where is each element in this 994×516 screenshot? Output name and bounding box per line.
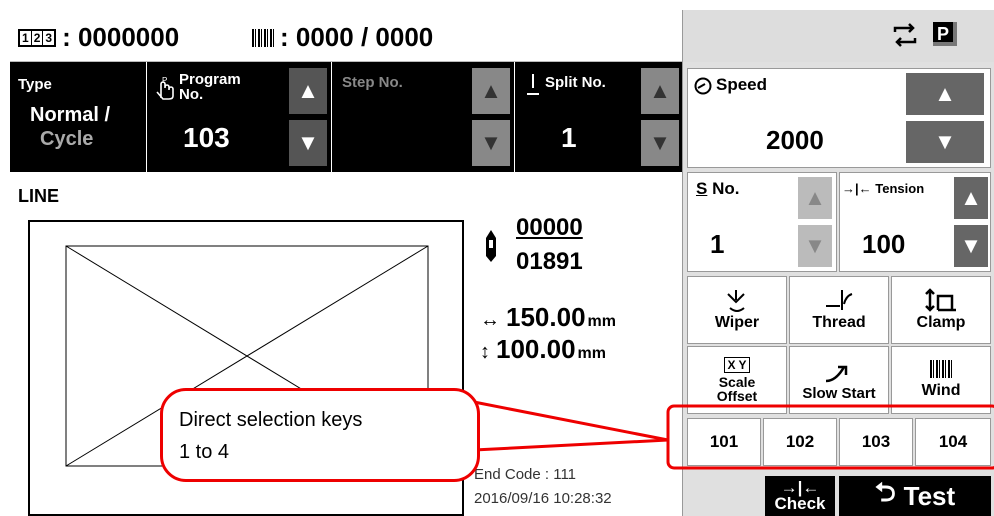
- annotation-callout: Direct selection keys 1 to 4: [160, 388, 480, 482]
- annotation-overlay: [473, 400, 994, 470]
- callout-line2: 1 to 4: [179, 441, 230, 463]
- sewing-machine-screen: 123 : 0000000 : 0000 / 0000 P Type Norma…: [10, 10, 994, 516]
- callout-line1: Direct selection keys: [179, 409, 363, 431]
